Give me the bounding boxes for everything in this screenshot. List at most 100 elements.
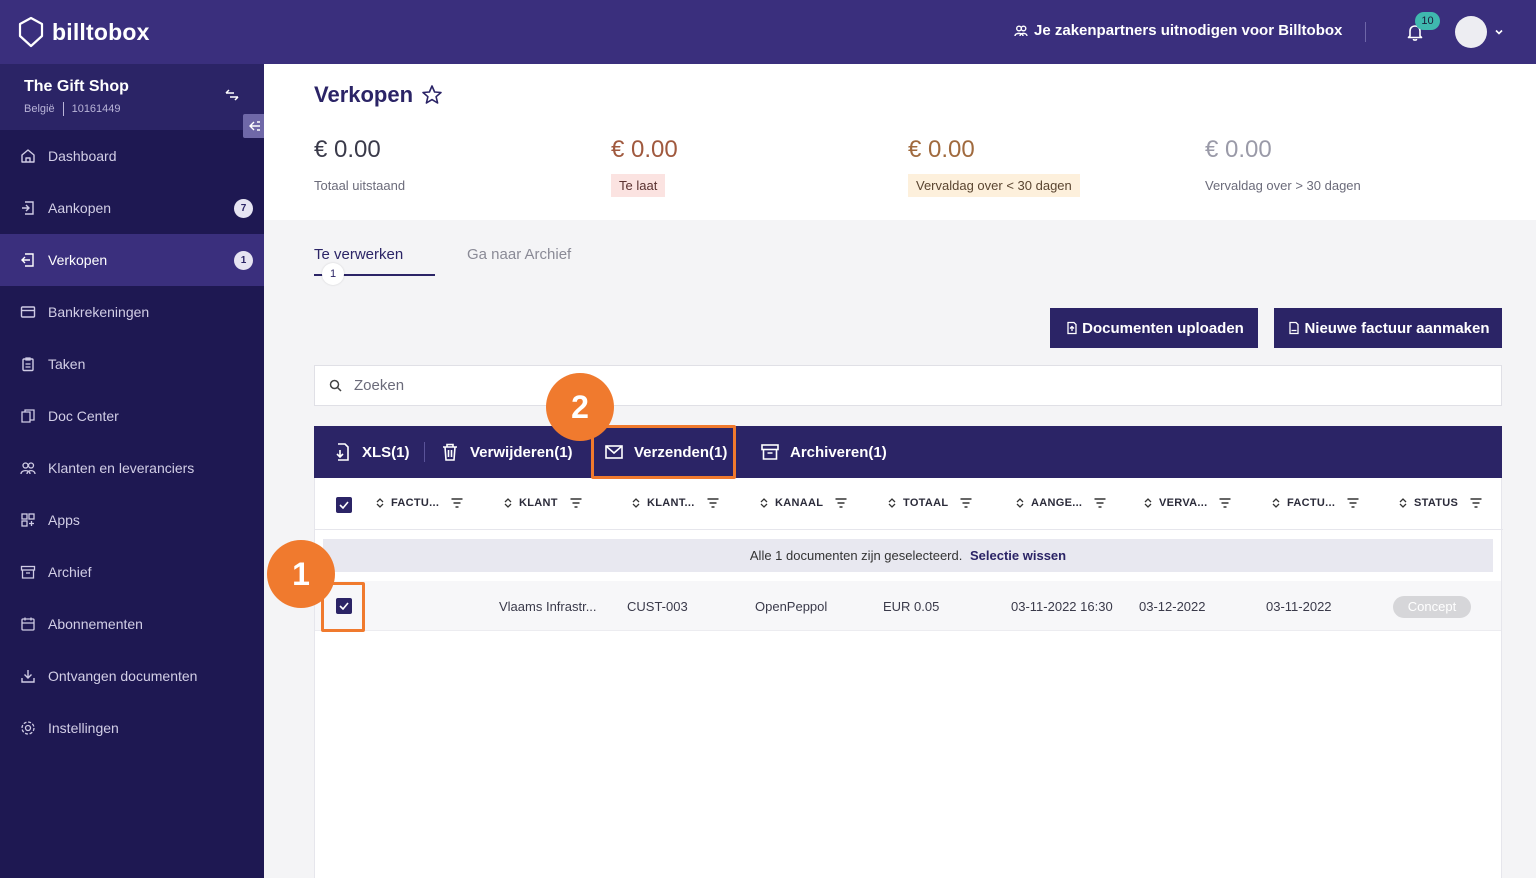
clipboard-icon — [22, 357, 34, 372]
cell-created: 03-11-2022 16:30 — [1011, 599, 1113, 614]
archive-icon — [761, 444, 779, 460]
tab-count-badge: 1 — [322, 263, 344, 285]
check-icon — [339, 501, 349, 509]
inbox-in-icon — [22, 201, 34, 215]
button-label: Nieuwe factuur aanmaken — [1304, 319, 1490, 337]
calendar-icon — [21, 617, 35, 631]
archive-button[interactable]: Archiveren(1) — [760, 426, 887, 478]
column-header-total[interactable]: TOTAAL — [887, 497, 972, 509]
company-switcher[interactable]: The Gift Shop België 10161449 — [0, 64, 264, 130]
sidebar-item-abonnementen[interactable]: Abonnementen — [0, 598, 264, 650]
trash-icon — [443, 443, 457, 461]
sidebar-item-archief[interactable]: Archief — [0, 546, 264, 598]
sidebar-item-klanten[interactable]: Klanten en leveranciers — [0, 442, 264, 494]
sidebar-item-doc-center[interactable]: Doc Center — [0, 390, 264, 442]
select-all-checkbox[interactable] — [336, 497, 352, 513]
filter-icon[interactable] — [1470, 498, 1482, 508]
column-header-created[interactable]: AANGE... — [1015, 497, 1106, 509]
stat-due-under-30: € 0.00 Vervaldag over < 30 dagen — [908, 136, 1080, 197]
column-label: AANGE... — [1031, 497, 1083, 509]
column-header-client[interactable]: KLANT — [503, 497, 582, 509]
column-header-due[interactable]: VERVA... — [1143, 497, 1231, 509]
top-bar: billtobox Je zakenpartners uitnodigen vo… — [0, 0, 1536, 64]
delete-button[interactable]: Verwijderen(1) — [440, 426, 573, 478]
stat-amount: € 0.00 — [908, 136, 975, 163]
sort-icon — [1399, 498, 1407, 508]
sidebar-item-label: Abonnementen — [48, 616, 143, 632]
company-meta: België 10161449 — [24, 102, 121, 116]
clear-selection-link[interactable]: Selectie wissen — [970, 548, 1066, 563]
sidebar-item-apps[interactable]: Apps — [0, 494, 264, 546]
column-label: VERVA... — [1159, 497, 1208, 509]
count-badge: 7 — [234, 199, 253, 218]
upload-documents-button[interactable]: Documenten uploaden — [1050, 308, 1258, 348]
column-header-client-id[interactable]: KLANT... — [631, 497, 719, 509]
sidebar-item-ontvangen-documenten[interactable]: Ontvangen documenten — [0, 650, 264, 702]
sort-icon — [504, 498, 512, 508]
users-icon — [20, 462, 36, 475]
sort-icon — [1016, 498, 1024, 508]
filter-icon[interactable] — [451, 498, 463, 508]
documents-table: FACTU... KLANT KLANT... KANAAL TOTAAL AA… — [314, 478, 1503, 878]
search-icon — [329, 379, 342, 392]
tab-archief[interactable]: Ga naar Archief — [467, 246, 571, 276]
column-label: TOTAAL — [903, 497, 949, 509]
stat-label: Vervaldag over < 30 dagen — [908, 174, 1080, 197]
filter-icon[interactable] — [570, 498, 582, 508]
filter-icon[interactable] — [1219, 498, 1231, 508]
cell-client: Vlaams Infrastr... — [499, 599, 597, 614]
inbox-out-icon — [21, 253, 34, 267]
switch-arrows-icon[interactable] — [224, 88, 240, 102]
table-row[interactable]: Vlaams Infrastr... CUST-003 OpenPeppol E… — [315, 581, 1501, 631]
column-header-invoice[interactable]: FACTU... — [375, 497, 463, 509]
xls-export-button[interactable]: XLS(1) — [332, 426, 410, 478]
column-header-invoice-date[interactable]: FACTU... — [1271, 497, 1359, 509]
step-marker-1: 1 — [267, 540, 335, 608]
sidebar-item-instellingen[interactable]: Instellingen — [0, 702, 264, 754]
sidebar-item-verkopen[interactable]: Verkopen 1 — [0, 234, 264, 286]
tab-te-verwerken[interactable]: Te verwerken 1 — [314, 246, 435, 285]
company-country: België — [24, 103, 55, 115]
search-input[interactable] — [354, 377, 954, 394]
filter-icon[interactable] — [960, 498, 972, 508]
chevron-down-icon[interactable] — [1494, 27, 1504, 37]
tab-label: Ga naar Archief — [467, 246, 572, 263]
divider — [1365, 22, 1366, 42]
filter-icon[interactable] — [1347, 498, 1359, 508]
star-icon[interactable] — [421, 84, 443, 106]
invite-label: Je zakenpartners uitnodigen voor Billtob… — [1034, 22, 1343, 39]
sort-icon — [632, 498, 640, 508]
column-header-channel[interactable]: KANAAL — [759, 497, 847, 509]
divider — [424, 442, 425, 462]
sidebar-item-label: Taken — [48, 356, 86, 372]
sidebar-item-bankrekeningen[interactable]: Bankrekeningen — [0, 286, 264, 338]
column-label: KLANT... — [647, 497, 695, 509]
sidebar-item-dashboard[interactable]: Dashboard — [0, 130, 264, 182]
logo-text: billtobox — [52, 18, 150, 45]
step-marker-2: 2 — [546, 373, 614, 441]
sidebar-item-label: Verkopen — [48, 252, 108, 268]
sidebar-item-aankopen[interactable]: Aankopen 7 — [0, 182, 264, 234]
filter-icon[interactable] — [835, 498, 847, 508]
sidebar-item-label: Aankopen — [48, 200, 112, 216]
sidebar-item-label: Klanten en leveranciers — [48, 460, 195, 476]
sidebar-item-taken[interactable]: Taken — [0, 338, 264, 390]
button-label: XLS(1) — [362, 443, 410, 461]
sidebar-item-label: Apps — [48, 512, 80, 528]
company-name: The Gift Shop — [24, 78, 129, 95]
button-label: Archiveren(1) — [790, 443, 887, 461]
logo[interactable]: billtobox — [18, 16, 150, 48]
filter-icon[interactable] — [707, 498, 719, 508]
users-icon — [1014, 25, 1028, 36]
stat-amount: € 0.00 — [611, 136, 678, 163]
invite-partners-link[interactable]: Je zakenpartners uitnodigen voor Billtob… — [1014, 22, 1342, 39]
filter-icon[interactable] — [1094, 498, 1106, 508]
table-header: FACTU... KLANT KLANT... KANAAL TOTAAL AA… — [315, 478, 1503, 530]
sort-icon — [1144, 498, 1152, 508]
column-header-status[interactable]: STATUS — [1398, 497, 1482, 509]
sort-icon — [376, 498, 384, 508]
new-invoice-button[interactable]: Nieuwe factuur aanmaken — [1274, 308, 1502, 348]
stat-due-over-30: € 0.00 Vervaldag over > 30 dagen — [1205, 136, 1369, 197]
sidebar-item-label: Instellingen — [48, 720, 119, 736]
avatar[interactable] — [1455, 16, 1487, 48]
